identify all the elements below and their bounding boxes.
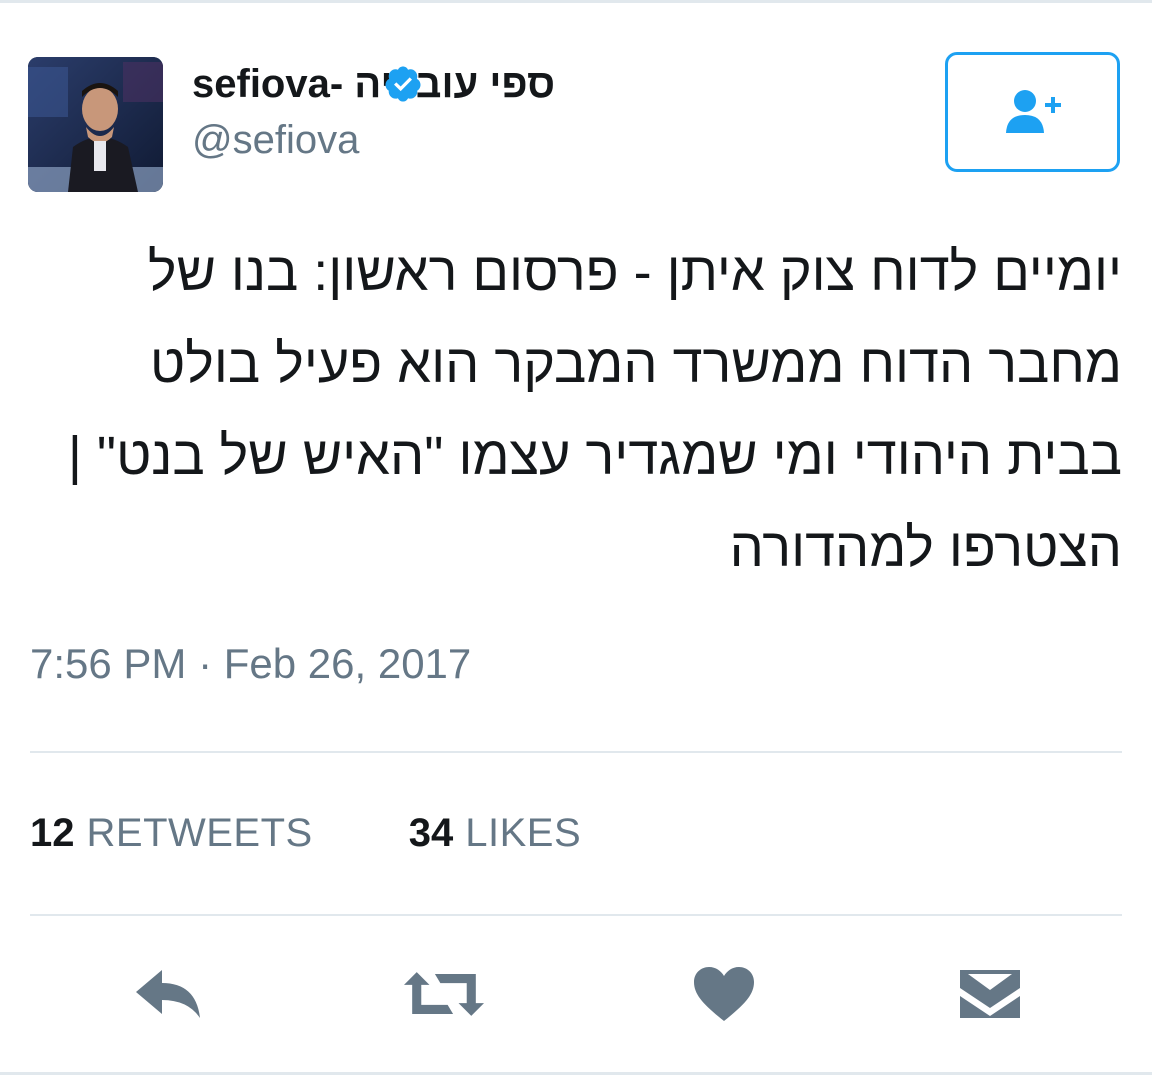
- divider: [30, 914, 1122, 916]
- divider: [30, 751, 1122, 753]
- verified-badge-icon: [385, 66, 421, 102]
- likes-count: 34: [408, 810, 454, 855]
- user-handle[interactable]: @sefiova: [192, 118, 359, 163]
- reply-icon: [136, 970, 200, 1018]
- display-name[interactable]: ספי עובדיה -sefiova: [192, 62, 555, 107]
- tweet-text: יומיים לדוח צוק איתן - פרסום ראשון: בנו …: [67, 242, 1122, 578]
- heart-icon: [694, 967, 754, 1021]
- tweet-timestamp[interactable]: 7:56 PM · Feb 26, 2017: [30, 640, 471, 688]
- retweets-label: RETWEETS: [86, 810, 313, 855]
- retweet-icon: [404, 972, 484, 1016]
- top-divider: [0, 0, 1152, 3]
- follow-button[interactable]: [945, 52, 1120, 172]
- retweets-count: 12: [30, 810, 75, 855]
- avatar-image: [28, 57, 163, 192]
- retweet-button[interactable]: [404, 962, 484, 1026]
- retweets-stat[interactable]: 12 RETWEETS: [30, 811, 313, 856]
- add-user-icon: [1005, 90, 1061, 133]
- like-button[interactable]: [684, 962, 764, 1026]
- envelope-icon: [960, 970, 1020, 1018]
- display-name-row[interactable]: ספי עובדיה -sefiova: [192, 56, 555, 112]
- profile-avatar[interactable]: [28, 57, 163, 192]
- bottom-divider: [0, 1072, 1152, 1075]
- reply-button[interactable]: [128, 962, 208, 1026]
- likes-stat[interactable]: 34 LIKES: [409, 811, 581, 856]
- direct-message-button[interactable]: [950, 962, 1030, 1026]
- likes-label: LIKES: [465, 810, 582, 855]
- tweet-stats: 12 RETWEETS 34 LIKES: [30, 805, 581, 861]
